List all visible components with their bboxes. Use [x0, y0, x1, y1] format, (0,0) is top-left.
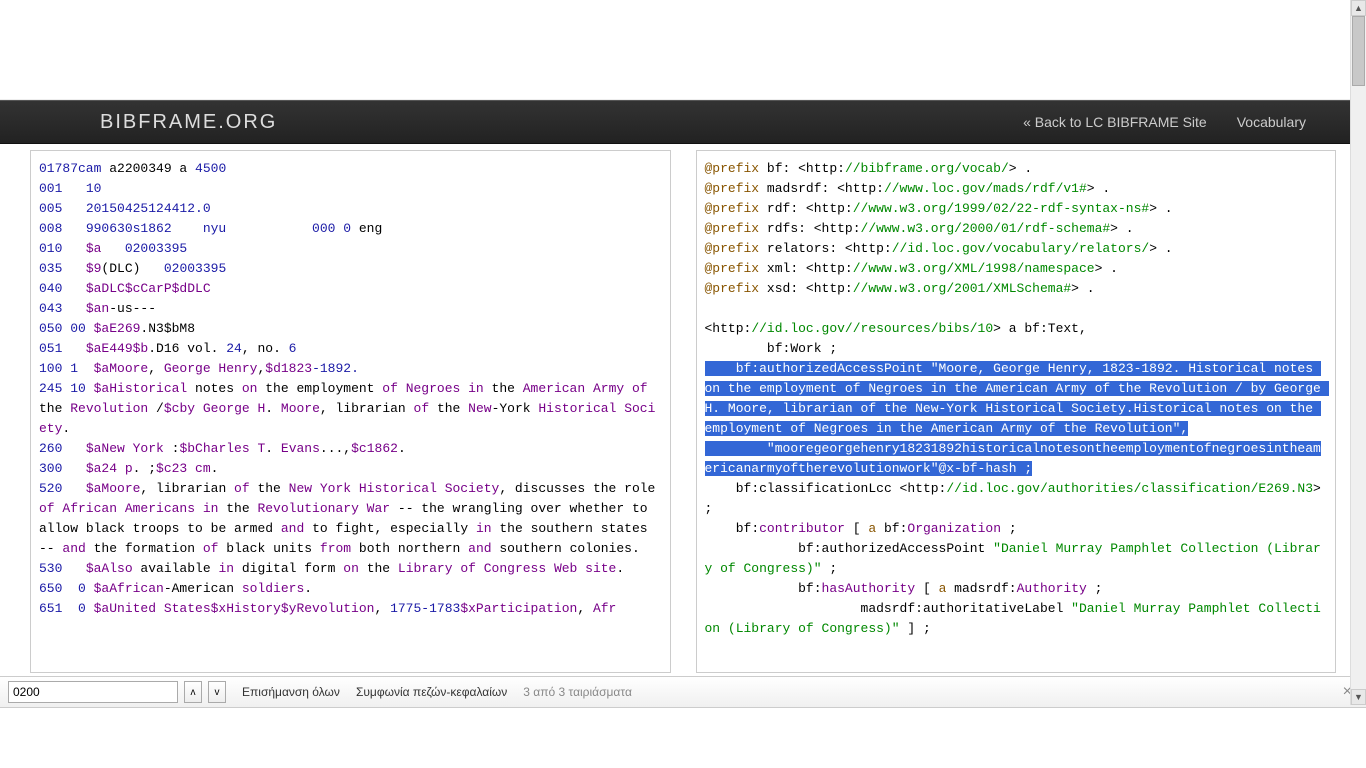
vocabulary-link[interactable]: Vocabulary [1237, 114, 1306, 130]
back-link[interactable]: « Back to LC BIBFRAME Site [1023, 114, 1207, 130]
scroll-thumb[interactable] [1352, 16, 1365, 86]
match-count: 3 από 3 ταιριάσματα [523, 685, 632, 699]
browser-top-area [0, 0, 1366, 100]
content-area: 01787cam a2200349 a 4500 001 10 005 2015… [30, 150, 1336, 673]
site-navbar: BIBFRAME.ORG « Back to LC BIBFRAME Site … [0, 100, 1366, 144]
find-next-button[interactable]: v [208, 681, 226, 703]
find-input[interactable] [8, 681, 178, 703]
vertical-scrollbar[interactable]: ▲ ▼ [1350, 0, 1366, 705]
site-brand: BIBFRAME.ORG [100, 111, 277, 134]
selected-text: bf:authorizedAccessPoint "Moore, George … [705, 361, 1329, 476]
match-case-option[interactable]: Συμφωνία πεζών-κεφαλαίων [356, 685, 507, 699]
turtle-panel[interactable]: @prefix bf: <http://bibframe.org/vocab/>… [696, 150, 1337, 673]
highlight-all-option[interactable]: Επισήμανση όλων [242, 685, 340, 699]
find-prev-button[interactable]: ʌ [184, 681, 202, 703]
scroll-up-icon[interactable]: ▲ [1351, 0, 1366, 16]
find-bar: ʌ v Επισήμανση όλων Συμφωνία πεζών-κεφαλ… [0, 676, 1366, 708]
marc-panel[interactable]: 01787cam a2200349 a 4500 001 10 005 2015… [30, 150, 671, 673]
scroll-down-icon[interactable]: ▼ [1351, 689, 1366, 705]
marc-leader: 01787cam [39, 161, 109, 176]
